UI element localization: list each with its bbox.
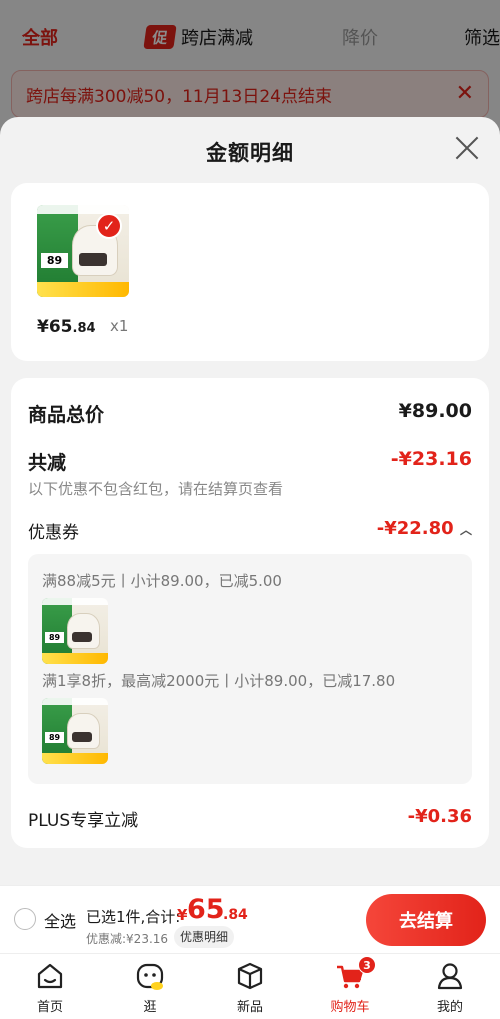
bottom-tab-bar: 首页 逛 新品 3 购物车 我的	[0, 953, 500, 1019]
coupon-value-amount: -¥22.80	[376, 518, 454, 539]
plus-label: PLUS专享立减	[28, 811, 139, 831]
checkout-button[interactable]: 去结算	[366, 894, 486, 946]
plus-discount-row: PLUS专享立减 -¥0.36	[28, 806, 472, 831]
tab-new-label: 新品	[236, 1000, 263, 1015]
tab-profile[interactable]: 我的	[410, 954, 490, 1019]
coupon-1-image-price: 89	[44, 632, 65, 643]
tab-explore[interactable]: 逛	[110, 954, 190, 1019]
price-breakdown-card: 商品总价 ¥89.00 共减 -¥23.16 以下优惠不包含红包，请在结算页查看…	[11, 378, 489, 848]
selected-count-text: 已选1件,合计:	[86, 908, 181, 926]
tab-new[interactable]: 新品	[210, 954, 290, 1019]
discount-detail-button[interactable]: 优惠明细	[174, 926, 235, 948]
coupon-detail-box: 满88减5元丨小计89.00，已减5.00 89 满1享8折，最高减2000元丨…	[28, 554, 472, 784]
tab-cart-label: 购物车	[330, 1000, 370, 1015]
product-price-int: ¥65	[37, 317, 73, 337]
coupon-label: 优惠券	[28, 523, 79, 543]
tab-cart[interactable]: 3 购物车	[310, 954, 390, 1019]
box-icon	[237, 962, 263, 990]
product-image-price: 89	[40, 252, 69, 268]
total-amount-int: 65	[187, 894, 225, 925]
saved-amount-text: 优惠减:¥23.16	[86, 932, 169, 946]
tab-home-label: 首页	[36, 1000, 63, 1015]
product-quantity: x1	[110, 317, 129, 335]
total-row: 商品总价 ¥89.00	[28, 400, 472, 427]
home-icon	[37, 963, 63, 989]
explore-icon	[136, 963, 164, 990]
coupon-2-product-image: 89	[42, 698, 108, 764]
coupon-value: -¥22.80 ︿	[377, 518, 472, 539]
checkout-bar: 全选 已选1件,合计: ¥ 65 .84 优惠减:¥23.16 优惠明细 去结算	[0, 885, 500, 953]
selected-check-icon: ✓	[96, 213, 122, 239]
total-currency: ¥	[177, 906, 188, 924]
discount-value: -¥23.16	[390, 448, 472, 470]
coupon-line-1: 满88减5元丨小计89.00，已减5.00	[42, 572, 282, 590]
coupon-line-2: 满1享8折，最高减2000元丨小计89.00，已减17.80	[42, 672, 396, 690]
discount-row: 共减 -¥23.16	[28, 448, 472, 475]
sheet-header: 金额明细	[0, 117, 500, 183]
select-all-label[interactable]: 全选	[44, 908, 76, 932]
select-all-radio[interactable]	[14, 908, 36, 930]
coupon-1-product-image: 89	[42, 598, 108, 664]
plus-value: -¥0.36	[407, 806, 472, 827]
product-price: ¥65.84	[37, 317, 96, 337]
product-price-dec: .84	[72, 321, 96, 336]
coupon-row[interactable]: 优惠券 -¥22.80 ︿	[28, 518, 472, 543]
product-card: 89 ✓ ¥65.84 x1	[11, 183, 489, 361]
tab-profile-label: 我的	[436, 1000, 463, 1015]
sheet-title: 金额明细	[206, 141, 294, 165]
coupon-2-image-price: 89	[44, 732, 65, 743]
cart-count-badge: 3	[358, 956, 376, 974]
discount-note: 以下优惠不包含红包，请在结算页查看	[28, 480, 284, 498]
discount-label: 共减	[28, 452, 67, 474]
tab-explore-label: 逛	[143, 1000, 157, 1015]
total-amount-dec: .84	[223, 907, 248, 923]
tab-home[interactable]: 首页	[10, 954, 90, 1019]
close-icon[interactable]	[454, 135, 480, 161]
total-label: 商品总价	[28, 404, 105, 426]
total-value: ¥89.00	[398, 400, 472, 422]
amount-detail-sheet: 金额明细 89 ✓ ¥65.84 x1 商品总价 ¥89.00 共减 -¥23.…	[0, 117, 500, 885]
profile-icon	[437, 963, 463, 990]
chevron-up-icon[interactable]: ︿	[460, 523, 472, 537]
